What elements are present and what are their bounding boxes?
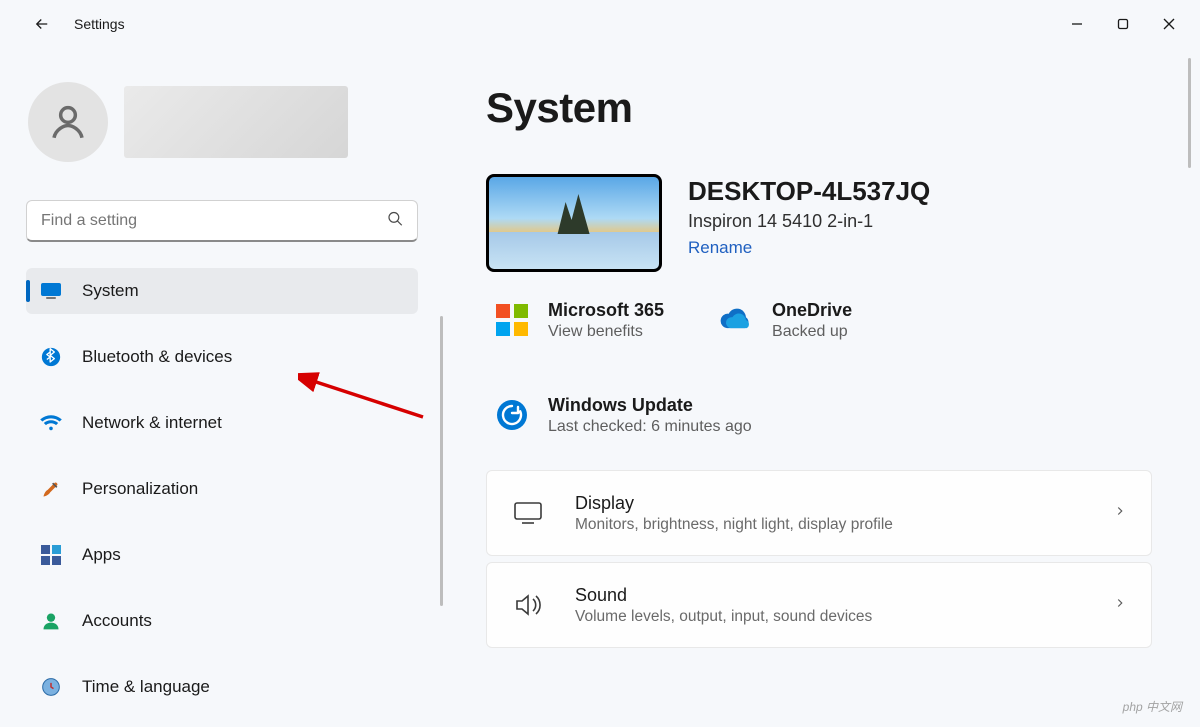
settings-cards: Display Monitors, brightness, night ligh… xyxy=(486,470,1152,648)
user-name xyxy=(124,86,348,158)
clock-icon xyxy=(40,676,62,698)
sidebar-item-time[interactable]: Time & language xyxy=(26,664,418,710)
search-wrap xyxy=(26,200,418,242)
sidebar-item-accounts[interactable]: Accounts xyxy=(26,598,418,644)
nav-list: System Bluetooth & devices Network & int… xyxy=(26,268,418,710)
page-title: System xyxy=(486,84,1152,132)
status-sub: View benefits xyxy=(548,323,664,341)
status-sub: Backed up xyxy=(772,323,852,341)
sidebar-item-label: Apps xyxy=(82,545,121,565)
status-title: OneDrive xyxy=(772,300,852,321)
chevron-right-icon xyxy=(1113,596,1127,615)
system-icon xyxy=(40,280,62,302)
sidebar-item-system[interactable]: System xyxy=(26,268,418,314)
sidebar-item-label: Time & language xyxy=(82,677,210,697)
apps-icon xyxy=(40,544,62,566)
status-row: Microsoft 365 View benefits OneDrive Bac… xyxy=(486,300,1152,436)
device-summary: DESKTOP-4L537JQ Inspiron 14 5410 2-in-1 … xyxy=(486,174,1152,272)
sidebar-item-apps[interactable]: Apps xyxy=(26,532,418,578)
sidebar-scrollbar[interactable] xyxy=(440,316,443,606)
card-sub: Monitors, brightness, night light, displ… xyxy=(575,516,1113,534)
sidebar-item-label: Network & internet xyxy=(82,413,222,433)
card-display[interactable]: Display Monitors, brightness, night ligh… xyxy=(486,470,1152,556)
status-microsoft365[interactable]: Microsoft 365 View benefits xyxy=(494,300,664,341)
sidebar-item-label: Bluetooth & devices xyxy=(82,347,232,367)
sidebar-item-label: Personalization xyxy=(82,479,198,499)
card-sub: Volume levels, output, input, sound devi… xyxy=(575,608,1113,626)
wallpaper-thumbnail[interactable] xyxy=(486,174,662,272)
sidebar-item-personalization[interactable]: Personalization xyxy=(26,466,418,512)
status-title: Windows Update xyxy=(548,395,752,416)
page-scrollbar[interactable] xyxy=(1188,58,1191,168)
sidebar-item-label: System xyxy=(82,281,139,301)
sidebar-item-network[interactable]: Network & internet xyxy=(26,400,418,446)
display-icon xyxy=(511,501,545,525)
sidebar-item-bluetooth[interactable]: Bluetooth & devices xyxy=(26,334,418,380)
titlebar: Settings xyxy=(0,0,1200,48)
brush-icon xyxy=(40,478,62,500)
back-button[interactable] xyxy=(22,4,62,44)
minimize-button[interactable] xyxy=(1054,4,1100,44)
card-title: Display xyxy=(575,493,1113,514)
status-title: Microsoft 365 xyxy=(548,300,664,321)
sidebar: System Bluetooth & devices Network & int… xyxy=(0,48,440,727)
watermark: php 中文网 xyxy=(1123,698,1182,715)
sound-icon xyxy=(511,593,545,617)
avatar xyxy=(28,82,108,162)
wifi-icon xyxy=(40,412,62,434)
main-panel: System DESKTOP-4L537JQ Inspiron 14 5410 … xyxy=(440,48,1200,727)
chevron-right-icon xyxy=(1113,504,1127,523)
maximize-button[interactable] xyxy=(1100,4,1146,44)
device-name: DESKTOP-4L537JQ xyxy=(688,176,930,207)
device-model: Inspiron 14 5410 2-in-1 xyxy=(688,211,930,232)
search-input[interactable] xyxy=(26,200,418,242)
rename-link[interactable]: Rename xyxy=(688,238,930,258)
card-title: Sound xyxy=(575,585,1113,606)
close-button[interactable] xyxy=(1146,4,1192,44)
window-controls xyxy=(1054,4,1192,44)
accounts-icon xyxy=(40,610,62,632)
onedrive-icon xyxy=(718,302,754,338)
profile-block[interactable] xyxy=(26,82,418,162)
status-onedrive[interactable]: OneDrive Backed up xyxy=(718,300,852,341)
status-windows-update[interactable]: Windows Update Last checked: 6 minutes a… xyxy=(494,395,1152,436)
bluetooth-icon xyxy=(40,346,62,368)
status-sub: Last checked: 6 minutes ago xyxy=(548,418,752,436)
window-title: Settings xyxy=(74,16,125,32)
update-icon xyxy=(494,397,530,433)
sidebar-item-label: Accounts xyxy=(82,611,152,631)
card-sound[interactable]: Sound Volume levels, output, input, soun… xyxy=(486,562,1152,648)
microsoft-icon xyxy=(494,302,530,338)
